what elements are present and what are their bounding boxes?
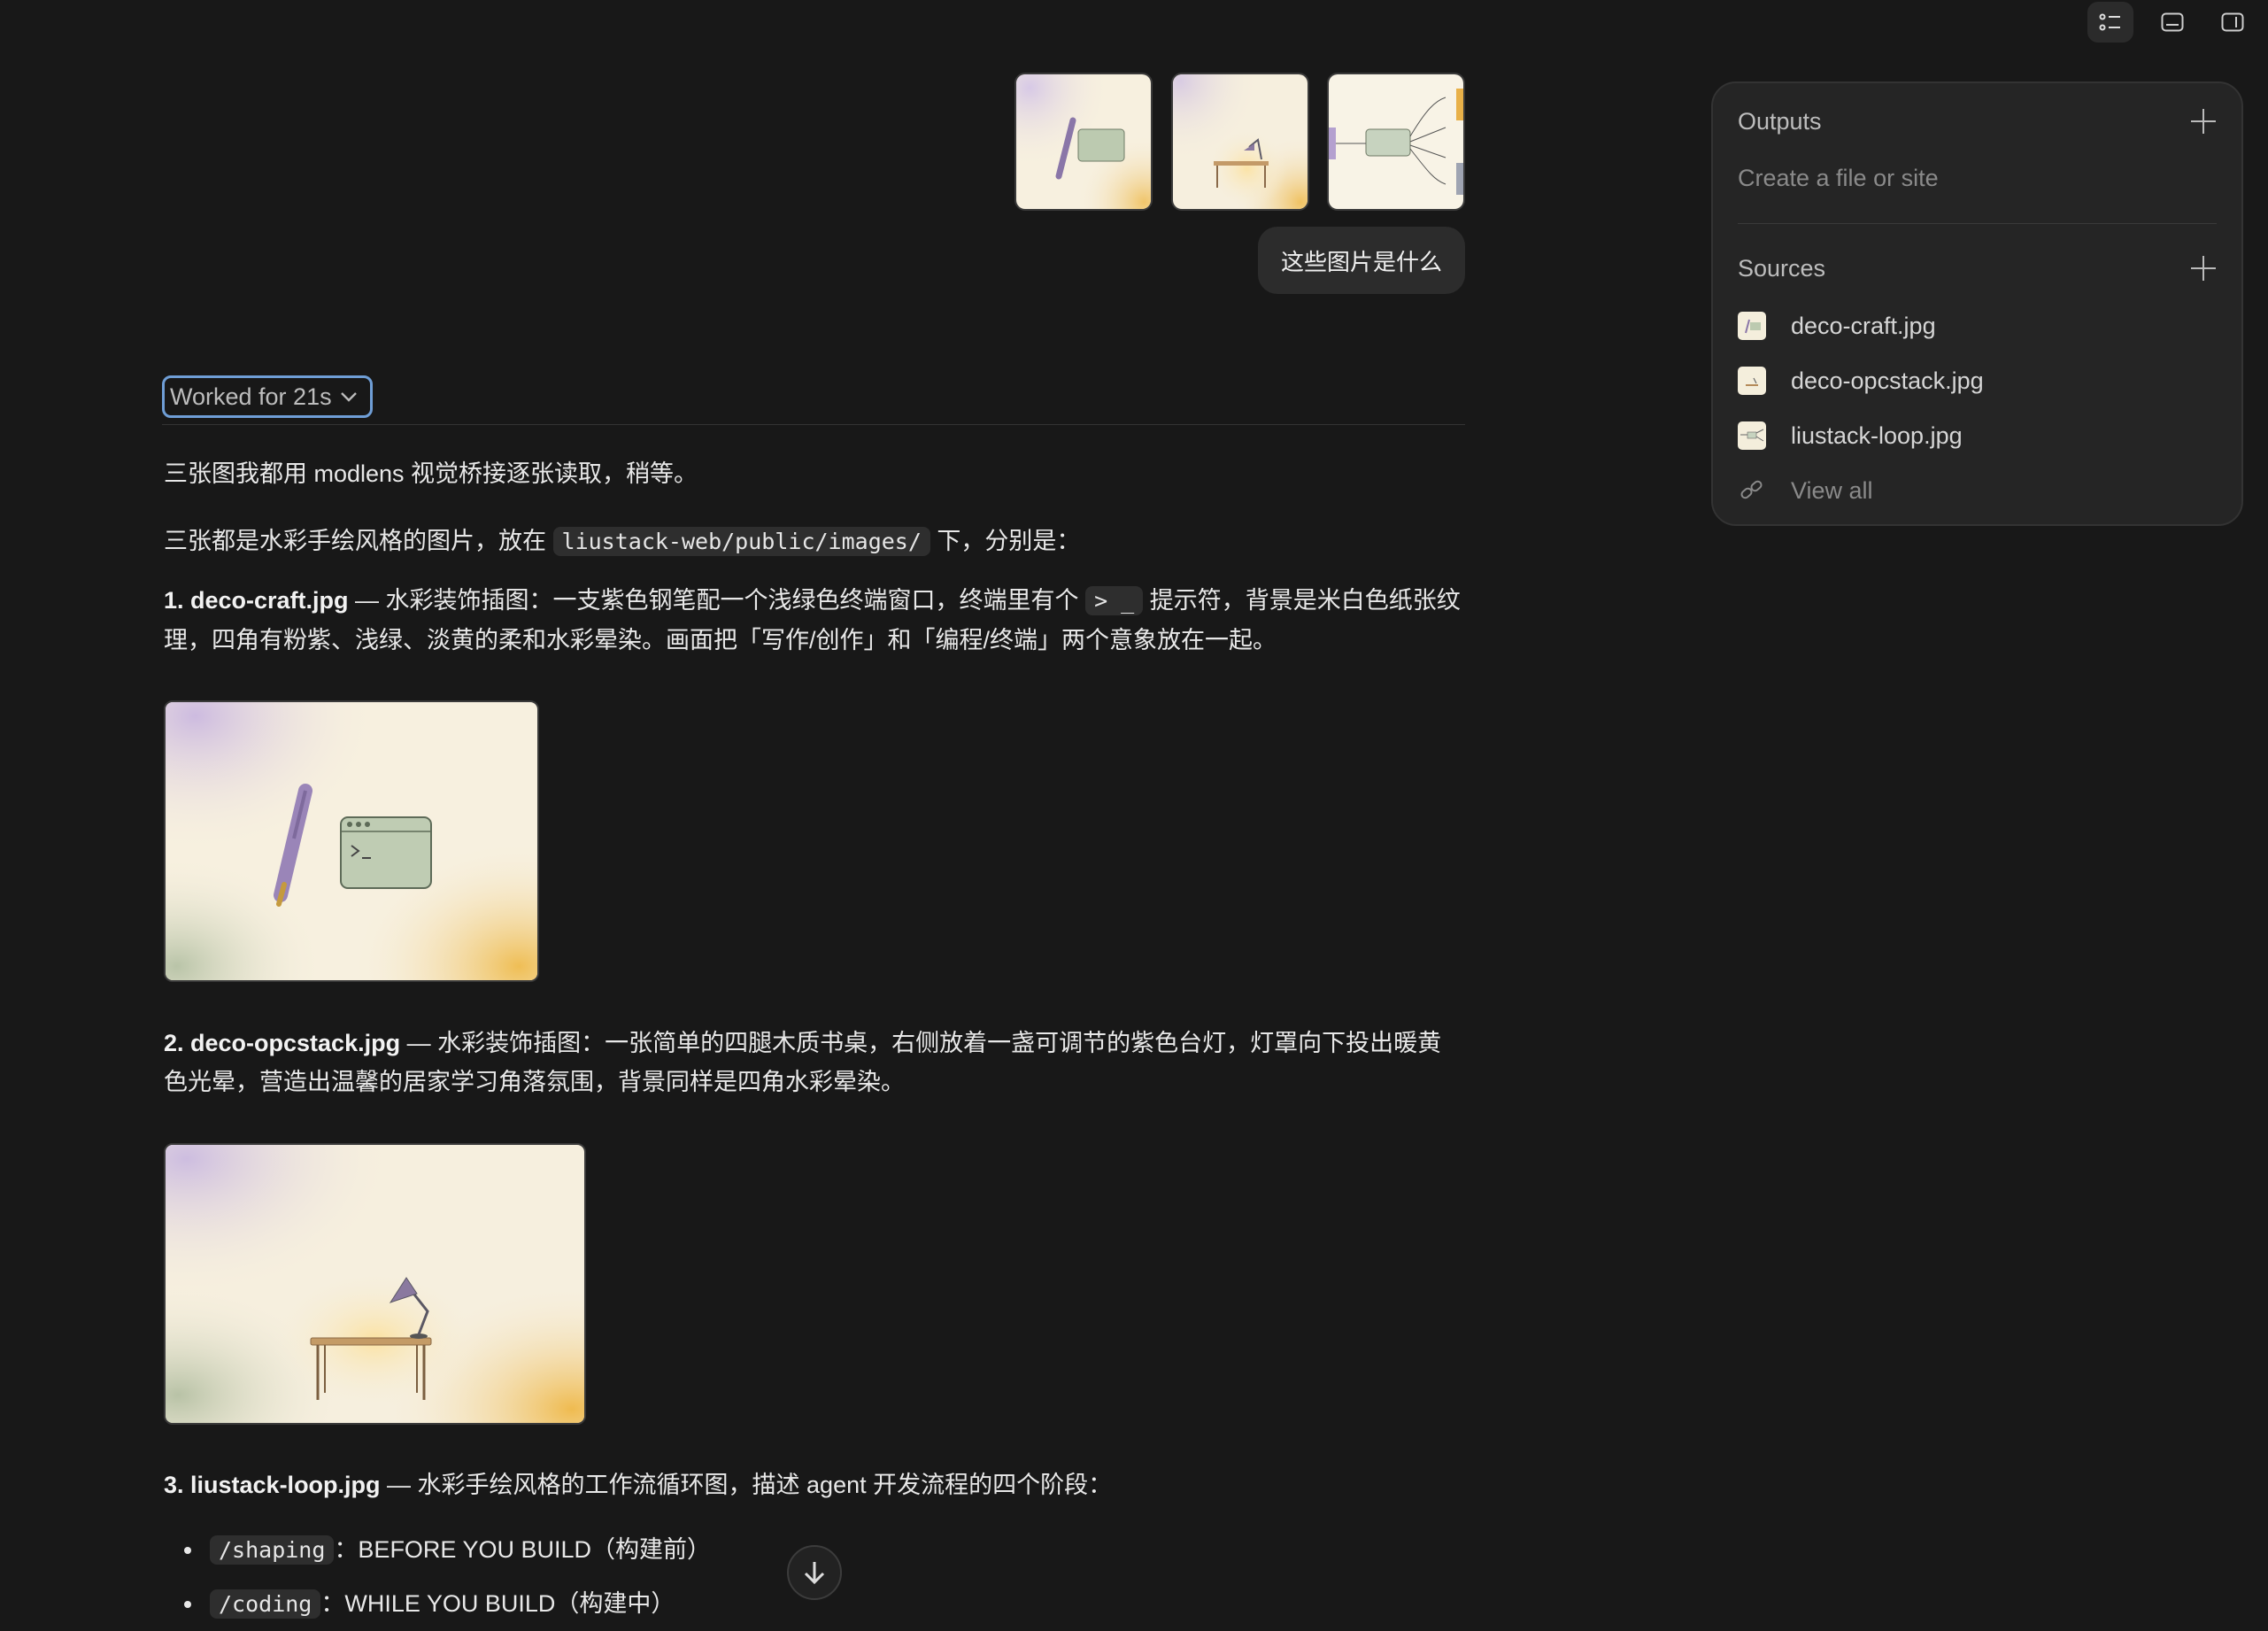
item-3-text: — 水彩手绘风格的工作流循环图，描述 agent 开发流程的四个阶段： [380,1472,1113,1498]
image-file-icon [1738,312,1766,340]
source-item-liustack-loop[interactable]: liustack-loop.jpg [1738,418,1963,453]
source-name: deco-craft.jpg [1791,312,1936,339]
create-output-link[interactable]: Create a file or site [1738,165,1939,192]
outputs-title: Outputs [1738,108,1822,135]
chevron-down-icon [340,392,357,402]
item-2-title: 2. deco-opcstack.jpg [164,1030,401,1056]
image-deco-craft[interactable] [164,700,539,982]
response-paragraph-1: 三张图我都用 modlens 视觉桥接逐张读取，稍等。 [164,460,698,487]
attachment-thumb-deco-craft[interactable] [1014,73,1153,211]
worked-label: Worked for 21s [170,383,332,410]
user-message-bubble: 这些图片是什么 [1258,227,1465,294]
item-1-description: 1. deco-craft.jpg — 水彩装饰插图：一支紫色钢笔配一个浅绿色终… [164,581,1465,660]
divider [162,424,1465,425]
source-item-deco-opcstack[interactable]: deco-opcstack.jpg [1738,363,1984,398]
item-3-description: 3. liustack-loop.jpg — 水彩手绘风格的工作流循环图，描述 … [164,1465,1465,1504]
view-all-label: View all [1791,476,1873,504]
right-panel-icon [2221,12,2244,32]
add-source-icon[interactable] [2190,255,2217,282]
source-name: deco-opcstack.jpg [1791,367,1984,394]
p2-text-post: 下，分别是： [930,528,1081,554]
shaping-code: /shaping [210,1535,335,1565]
source-name: liustack-loop.jpg [1791,421,1963,449]
arrow-down-icon [804,1562,825,1585]
link-icon [1738,476,1766,505]
item-1-text-pre: — 水彩装饰插图：一支紫色钢笔配一个浅绿色终端窗口，终端里有个 [348,587,1086,614]
right-panel-toggle[interactable] [2210,2,2256,43]
outputs-sources-panel: Outputs Create a file or site Sources de… [1711,81,2243,526]
list-item: /shaping：BEFORE YOU BUILD（构建前） [204,1523,711,1577]
stage-list: /shaping：BEFORE YOU BUILD（构建前） /coding：W… [164,1523,711,1631]
list-item: /coding：WHILE YOU BUILD（构建中） [204,1577,711,1631]
source-item-deco-craft[interactable]: deco-craft.jpg [1738,308,1936,344]
list-item-text: ：BEFORE YOU BUILD（构建前） [334,1536,711,1563]
attachment-thumb-liustack-loop[interactable] [1327,73,1465,211]
item-1-title: 1. deco-craft.jpg [164,587,349,614]
worked-for-toggle[interactable]: Worked for 21s [162,375,373,418]
path-code: liustack-web/public/images/ [552,527,930,556]
coding-code: /coding [210,1589,321,1619]
item-2-description: 2. deco-opcstack.jpg — 水彩装饰插图：一张简单的四腿木质书… [164,1024,1465,1102]
attachment-thumb-deco-opcstack[interactable] [1171,73,1309,211]
panel-divider [1738,223,2217,224]
image-file-icon [1738,421,1766,450]
sources-title: Sources [1738,255,1826,282]
prompt-code: > _ [1085,586,1144,615]
image-deco-opcstack[interactable] [164,1143,586,1425]
list-item-text: ：WHILE YOU BUILD（构建中） [320,1590,675,1617]
bottom-panel-icon [2161,12,2184,32]
response-paragraph-2: 三张都是水彩手绘风格的图片，放在 liustack-web/public/ima… [164,522,1465,561]
list-panel-toggle[interactable] [2087,2,2133,43]
add-output-icon[interactable] [2190,108,2217,135]
p2-text-pre: 三张都是水彩手绘风格的图片，放在 [164,528,553,554]
bottom-panel-toggle[interactable] [2149,2,2195,43]
item-3-title: 3. liustack-loop.jpg [164,1472,381,1498]
image-file-icon [1738,367,1766,395]
list-panel-icon [2099,13,2120,31]
view-all-link[interactable]: View all [1738,473,1873,508]
scroll-to-bottom-button[interactable] [787,1545,842,1600]
